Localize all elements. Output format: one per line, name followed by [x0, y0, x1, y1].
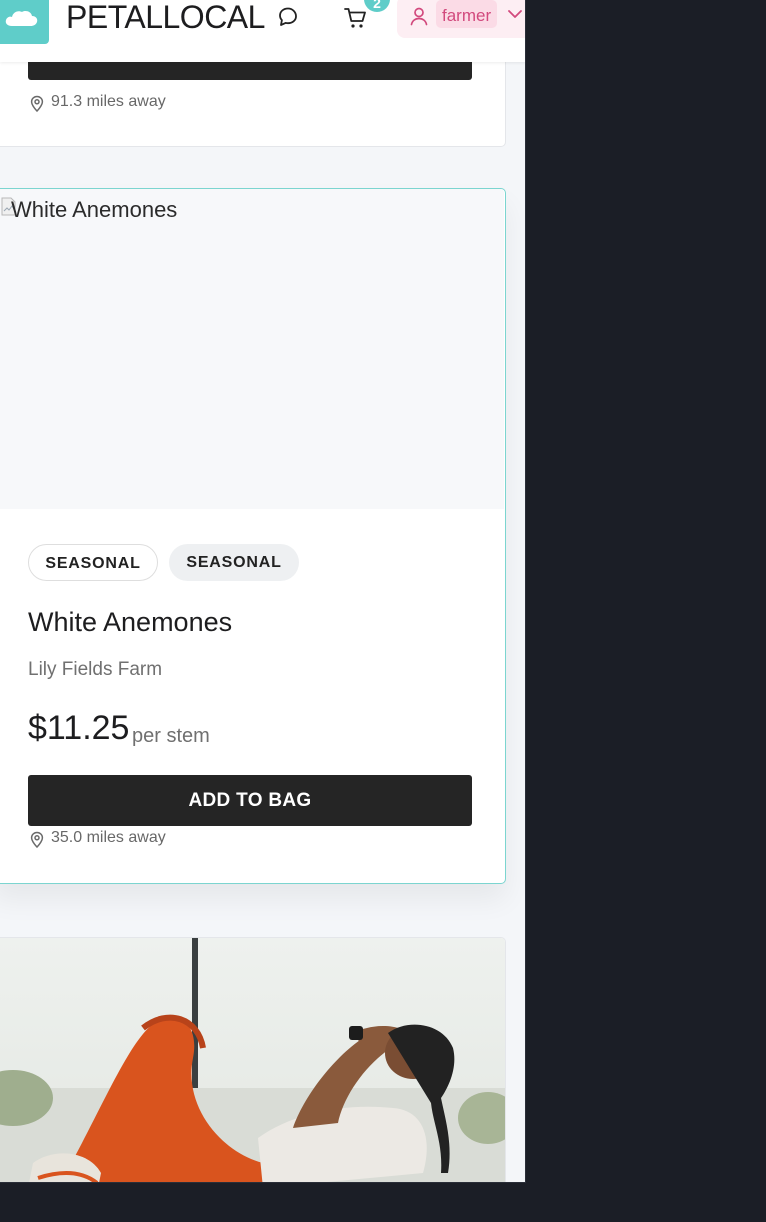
- tag-seasonal: SEASONAL: [28, 544, 158, 581]
- product-image[interactable]: White Anemones: [0, 189, 504, 509]
- user-icon: [410, 7, 428, 26]
- user-name: farmer: [436, 0, 498, 28]
- price-unit: per stem: [132, 725, 210, 747]
- logo[interactable]: [0, 0, 49, 44]
- woman-exercising-photo: [0, 938, 505, 1182]
- user-menu[interactable]: farmer: [397, 0, 525, 38]
- product-title[interactable]: White Anemones: [28, 607, 232, 638]
- map-pin-icon: [30, 95, 44, 113]
- browser-viewport: ADD TO BAG 91.3 miles away White Anemone…: [0, 0, 526, 1183]
- add-to-bag-button[interactable]: ADD TO BAG: [28, 775, 472, 826]
- brand-name[interactable]: PETALLOCAL: [66, 0, 265, 34]
- chat-bubble-icon[interactable]: [276, 5, 300, 29]
- cart-icon[interactable]: [343, 5, 369, 31]
- site-header: PETALLOCAL 2 farmer: [0, 0, 525, 62]
- chevron-down-icon[interactable]: [507, 8, 523, 20]
- distance-text: 91.3 miles away: [51, 93, 166, 110]
- product-photo[interactable]: [0, 938, 505, 1182]
- map-pin-icon: [30, 831, 44, 849]
- cloud-icon: [5, 11, 38, 26]
- image-alt-text: White Anemones: [11, 197, 178, 222]
- farm-name[interactable]: Lily Fields Farm: [28, 659, 162, 681]
- product-price: $11.25: [28, 709, 130, 747]
- distance-text: 35.0 miles away: [51, 829, 166, 846]
- product-card-white-anemones[interactable]: White Anemones SEASONAL SEASONAL White A…: [0, 188, 506, 884]
- product-card[interactable]: [0, 937, 506, 1182]
- tag-seasonal: SEASONAL: [169, 544, 299, 581]
